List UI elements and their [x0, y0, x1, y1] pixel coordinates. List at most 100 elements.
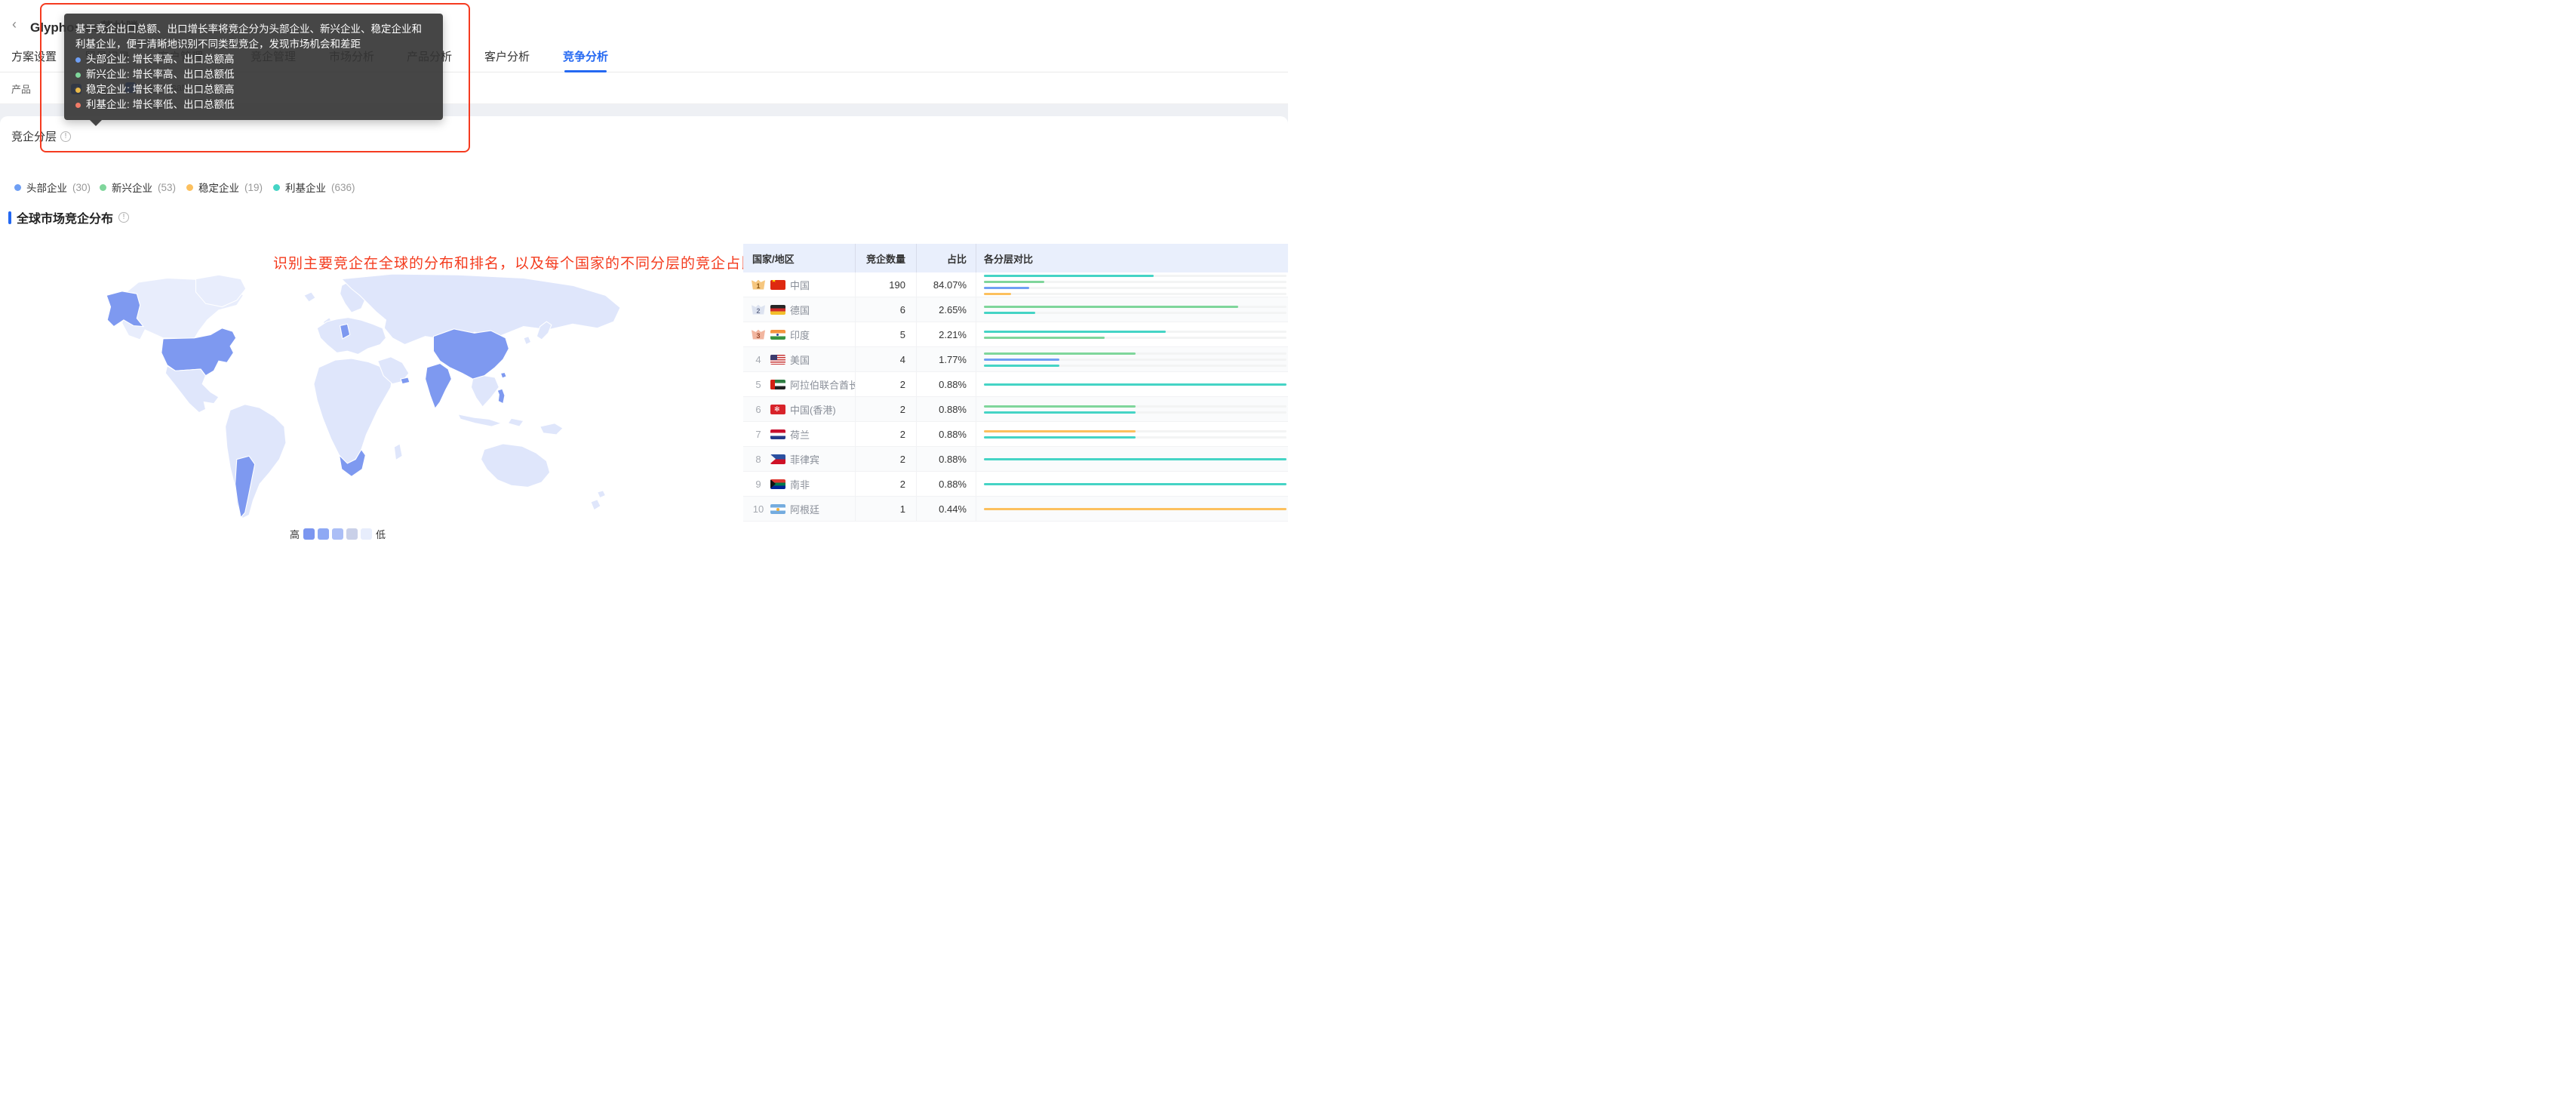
header-country: 国家/地区 [743, 244, 856, 272]
back-chevron-icon[interactable]: ‹ [12, 17, 17, 32]
ae-flag-icon [770, 379, 785, 389]
bar-track [984, 286, 1286, 289]
country-name: 德国 [790, 304, 810, 316]
info-icon[interactable]: ! [60, 131, 72, 142]
bar-track [984, 457, 1286, 460]
country-name: 阿拉伯联合酋长国 [790, 379, 855, 391]
header-competitor-count: 竞企数量 [856, 244, 917, 272]
tab-8[interactable]: 竞争分析 [563, 47, 608, 72]
stable-tier-bar [984, 429, 1136, 432]
crown-rank-icon: 1 [752, 279, 765, 290]
table-row[interactable]: 6 中国(香港) 20.88% [743, 397, 1288, 422]
country-cell: 1 中国 [743, 272, 856, 297]
map-indonesia [457, 414, 503, 427]
country-name: 南非 [790, 479, 810, 491]
country-cell: 10 阿根廷 [743, 497, 856, 521]
legend-item-2[interactable]: 新兴企业 (53) [100, 180, 176, 195]
table-row[interactable]: 3 印度 5 2.21% [743, 322, 1288, 347]
country-name: 中国(香港) [790, 404, 836, 416]
table-row[interactable]: 1 中国 19084.07% [743, 272, 1288, 297]
map-iceland [303, 291, 316, 303]
bar-track [984, 292, 1286, 295]
country-ranking-table: 国家/地区 竞企数量 占比 各分层对比 1中国19084.07%2德国62.65… [743, 244, 1288, 522]
tooltip-bullet-3: 稳定企业: 增长率低、出口总额高 [75, 82, 432, 97]
competitor-count-cell: 2 [856, 472, 917, 496]
tab-1[interactable]: 方案设置 [11, 47, 57, 72]
tier-explainer-tooltip: 基于竞企出口总额、出口增长率将竞企分为头部企业、新兴企业、稳定企业和利基企业，便… [64, 14, 443, 126]
emerging-tier-bar [984, 280, 1045, 283]
table-row[interactable]: 8 菲律宾 2 0.88% [743, 447, 1288, 472]
tab-7[interactable]: 客户分析 [484, 47, 530, 72]
nl-flag-icon [770, 429, 785, 439]
map-madagascar [393, 443, 403, 461]
table-row[interactable]: 10 阿根廷 1 0.44% [743, 497, 1288, 522]
bar-track [984, 336, 1286, 339]
us-flag-icon [770, 354, 785, 365]
niche-tier-bar [984, 383, 1286, 386]
niche-tier-bar [984, 436, 1136, 439]
emerging-tier-bar [984, 352, 1136, 355]
bar-track [984, 330, 1286, 333]
content-card: 竞企分层 ! 头部企业 (30) 新兴企业 (53) 稳定企业 (19) 利基企业 (… [0, 116, 1288, 552]
world-map[interactable] [101, 273, 643, 521]
table-row[interactable]: 2 德国 6 2.65% [743, 297, 1288, 322]
country-name: 中国 [790, 279, 810, 291]
country-name: 美国 [790, 354, 810, 366]
info-icon[interactable]: ! [118, 212, 130, 223]
rank-badge: 9 [751, 479, 766, 490]
map-south-america [225, 404, 287, 519]
map-new-guinea [539, 423, 564, 436]
country-cell: 6 中国(香港) [743, 397, 856, 421]
in-flag-icon [770, 329, 785, 340]
map-legend-high-label: 高 [290, 529, 300, 540]
share-cell: 0.88% [917, 447, 976, 471]
map-new-zealand-north [596, 490, 607, 499]
map-philippines [496, 388, 506, 405]
share-cell: 0.88% [917, 472, 976, 496]
competitor-count-cell: 6 [856, 297, 917, 322]
map-africa [313, 358, 393, 464]
rank-badge: 10 [751, 503, 766, 515]
legend-item-4[interactable]: 利基企业 (636) [273, 180, 355, 195]
country-cell: 7 荷兰 [743, 422, 856, 446]
competitor-analysis-page: ‹ Glyphosate草甘膦 方案设置贸易记录客户管理竞企管理市场分析产品分析… [0, 0, 1288, 552]
ar-flag-icon [770, 503, 785, 514]
tier-bars-cell [976, 497, 1288, 521]
cn-flag-icon [770, 279, 785, 290]
legend-item-3[interactable]: 稳定企业 (19) [186, 180, 263, 195]
map-europe [316, 317, 387, 356]
competitor-count-cell: 5 [856, 322, 917, 346]
tier-bars-cell [976, 472, 1288, 496]
rank-badge: 8 [751, 454, 766, 465]
table-row[interactable]: 5 阿拉伯联合酋长国20.88% [743, 372, 1288, 397]
country-cell: 3 印度 [743, 322, 856, 346]
rank-badge: 3 [751, 329, 766, 340]
tooltip-bullet-text: 利基企业: 增长率低、出口总额低 [86, 99, 235, 110]
tooltip-bullet-2: 新兴企业: 增长率高、出口总额低 [75, 67, 432, 82]
legend-dot-icon [14, 183, 21, 191]
legend-dot-icon [100, 183, 106, 191]
bar-track [984, 411, 1286, 414]
competitor-count-cell: 2 [856, 422, 917, 446]
share-cell: 1.77% [917, 347, 976, 371]
tooltip-bullet-4: 利基企业: 增长率低、出口总额低 [75, 97, 432, 112]
tier-bars-cell [976, 447, 1288, 471]
share-cell: 0.88% [917, 397, 976, 421]
competitor-count-cell: 2 [856, 397, 917, 421]
map-color-legend: 高 低 [290, 527, 386, 541]
bar-track [984, 405, 1286, 408]
map-legend-swatches [303, 528, 373, 540]
head-tier-bar [984, 358, 1060, 361]
table-row[interactable]: 9 南非 2 0.88% [743, 472, 1288, 497]
tooltip-bullet-text: 新兴企业: 增长率高、出口总额低 [86, 69, 235, 80]
country-cell: 5 阿拉伯联合酋长国 [743, 372, 856, 396]
table-row[interactable]: 7 荷兰 2 0.88% [743, 422, 1288, 447]
map-legend-low-label: 低 [376, 529, 386, 540]
legend-item-1[interactable]: 头部企业 (30) [14, 180, 91, 195]
table-header-row: 国家/地区 竞企数量 占比 各分层对比 [743, 244, 1288, 272]
map-legend-swatch-2 [318, 528, 330, 540]
table-row[interactable]: 4 美国 4 1.77% [743, 347, 1288, 372]
tooltip-bullet-text: 头部企业: 增长率高、出口总额高 [86, 54, 235, 65]
bar-track [984, 482, 1286, 485]
competitor-count-cell: 2 [856, 372, 917, 396]
